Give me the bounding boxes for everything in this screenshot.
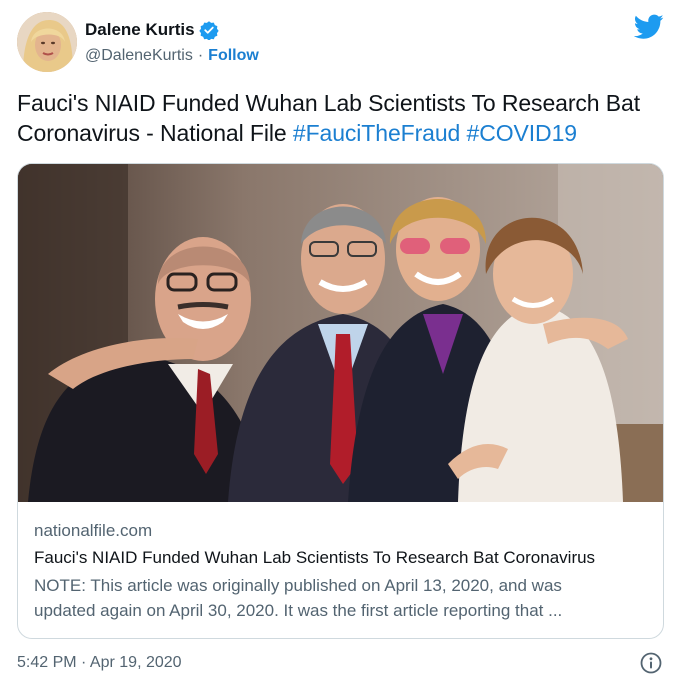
timestamp[interactable]: 5:42 PM · Apr 19, 2020 — [17, 654, 182, 671]
tweet-footer: 5:42 PM · Apr 19, 2020 — [17, 650, 662, 676]
card-meta: nationalfile.com Fauci's NIAID Funded Wu… — [34, 520, 649, 623]
follow-button[interactable]: Follow — [208, 47, 259, 65]
author-display-name[interactable]: Dalene Kurtis — [85, 20, 195, 40]
card-image[interactable] — [18, 164, 663, 502]
card-title: Fauci's NIAID Funded Wuhan Lab Scientist… — [34, 548, 596, 567]
card-description-line: NOTE: This article was originally publis… — [34, 576, 562, 595]
avatar[interactable] — [17, 12, 77, 72]
handle-row: @DaleneKurtis · Follow — [85, 45, 259, 67]
display-name-row: Dalene Kurtis — [85, 19, 259, 41]
tweet-embed: Dalene Kurtis @DaleneKurtis · Follow Fau… — [0, 0, 679, 683]
info-icon[interactable] — [640, 652, 662, 674]
card-description-line: updated again on April 30, 2020. It was … — [34, 601, 563, 620]
author-handle[interactable]: @DaleneKurtis — [85, 47, 193, 65]
twitter-logo-icon[interactable] — [633, 14, 664, 40]
tweet-header: Dalene Kurtis @DaleneKurtis · Follow — [17, 12, 667, 74]
hashtag-covid19[interactable]: #COVID19 — [467, 120, 578, 146]
verified-badge-icon — [198, 20, 219, 41]
tweet-text: Fauci's NIAID Funded Wuhan Lab Scientist… — [17, 88, 667, 148]
author-names: Dalene Kurtis @DaleneKurtis · Follow — [85, 19, 259, 67]
separator-dot: · — [197, 47, 204, 64]
card-domain: nationalfile.com — [34, 521, 153, 540]
link-card[interactable]: nationalfile.com Fauci's NIAID Funded Wu… — [17, 163, 664, 639]
hashtag-faucithefraud[interactable]: #FauciTheFraud — [293, 120, 460, 146]
card-description: NOTE: This article was originally publis… — [34, 573, 649, 623]
